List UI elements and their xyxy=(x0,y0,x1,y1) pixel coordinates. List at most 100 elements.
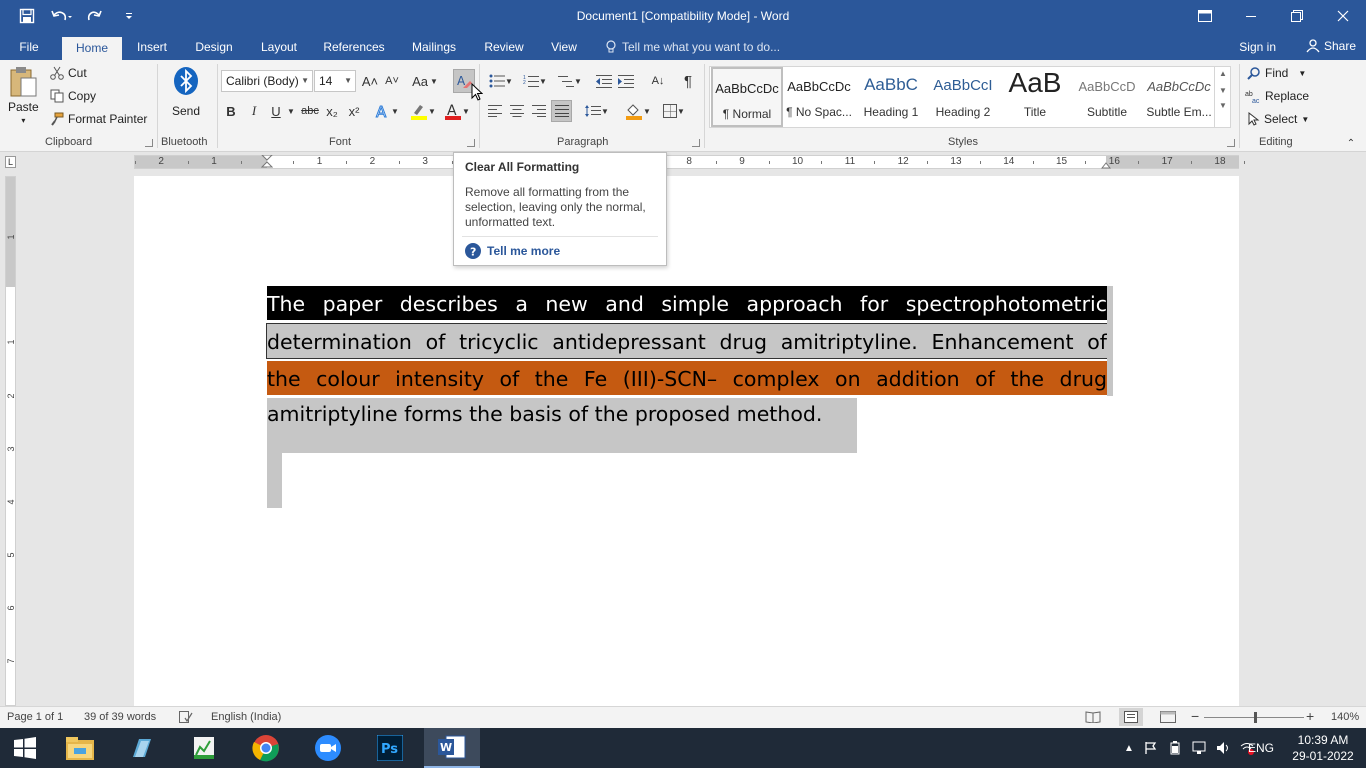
style-subtle-emphasis[interactable]: AaBbCcDc Subtle Em... xyxy=(1143,67,1215,127)
superscript-button[interactable]: x² xyxy=(344,101,364,121)
justify-button[interactable] xyxy=(551,100,572,122)
start-button[interactable] xyxy=(0,728,50,768)
text-effects-button[interactable]: A ▼ xyxy=(374,101,400,121)
numbering-button[interactable]: 1 2 ▼ xyxy=(519,71,551,91)
network-icon[interactable] xyxy=(1192,741,1206,755)
close-button[interactable] xyxy=(1320,0,1366,32)
taskbar-chrome[interactable] xyxy=(238,728,294,768)
font-size-select[interactable]: 14 ▼ xyxy=(314,70,356,92)
tab-mailings[interactable]: Mailings xyxy=(404,36,464,60)
copy-button[interactable]: Copy xyxy=(50,89,96,103)
bullets-button[interactable]: ▼ xyxy=(485,71,517,91)
align-center-button[interactable] xyxy=(507,101,527,121)
taskbar-word[interactable]: W xyxy=(424,728,480,768)
style-heading-2[interactable]: AaBbCcI Heading 2 xyxy=(927,67,999,127)
taskbar-clock[interactable]: 10:39 AM 29-01-2022 xyxy=(1290,732,1356,764)
style-subtitle[interactable]: AaBbCcD Subtitle xyxy=(1071,67,1143,127)
document-line[interactable]: determination of tricyclic antidepressan… xyxy=(266,323,1108,359)
restore-button[interactable] xyxy=(1274,0,1320,32)
style-heading-1[interactable]: AaBbC Heading 1 xyxy=(855,67,927,127)
minimize-button[interactable] xyxy=(1228,0,1274,32)
cut-button[interactable]: Cut xyxy=(50,66,87,80)
tab-view[interactable]: View xyxy=(544,36,584,60)
word-count[interactable]: 39 of 39 words xyxy=(84,711,156,723)
zoom-out-button[interactable]: − xyxy=(1191,708,1199,724)
tell-me-search[interactable]: Tell me what you want to do... xyxy=(606,40,780,54)
show-marks-button[interactable]: ¶ xyxy=(678,71,698,91)
taskbar-photoshop[interactable]: Ps xyxy=(362,728,418,768)
strikethrough-button[interactable]: abc xyxy=(299,101,321,121)
bluetooth-send-button[interactable]: Send xyxy=(172,66,200,118)
chevron-up-icon[interactable]: ▲ xyxy=(1215,69,1231,78)
align-right-button[interactable] xyxy=(529,101,549,121)
flag-icon[interactable] xyxy=(1144,741,1158,755)
tab-layout[interactable]: Layout xyxy=(252,36,306,60)
font-color-button[interactable]: A ▼ xyxy=(442,101,472,121)
tell-me-more-link[interactable]: ? Tell me more xyxy=(465,243,560,259)
taskbar-spreadsheet-app[interactable] xyxy=(176,728,232,768)
paste-button[interactable]: Paste ▾ xyxy=(8,66,39,125)
grow-font-button[interactable]: A˄ xyxy=(361,71,379,91)
italic-button[interactable]: I xyxy=(244,101,264,121)
clipboard-dialog-launcher[interactable] xyxy=(145,139,153,147)
find-button[interactable]: Find ▼ xyxy=(1247,66,1306,80)
format-painter-button[interactable]: Format Painter xyxy=(50,112,147,126)
tab-file[interactable]: File xyxy=(8,36,50,60)
zoom-slider-thumb[interactable] xyxy=(1254,712,1257,723)
styles-gallery-scroll[interactable]: ▲ ▼ ▼ xyxy=(1214,66,1231,128)
zoom-level[interactable]: 140% xyxy=(1331,711,1359,723)
tab-stop-selector[interactable]: L xyxy=(5,156,16,168)
subscript-button[interactable]: x₂ xyxy=(322,101,342,121)
horizontal-ruler[interactable]: 21123456789101112131415161718 xyxy=(134,155,1245,169)
taskbar-notepad-app[interactable] xyxy=(114,728,170,768)
font-family-select[interactable]: Calibri (Body) ▼ xyxy=(221,70,313,92)
read-mode-icon[interactable] xyxy=(1085,711,1101,723)
collapse-ribbon-button[interactable]: ⌃ xyxy=(1344,136,1358,150)
replace-button[interactable]: ab ac Replace xyxy=(1245,89,1309,103)
line-spacing-button[interactable]: ▼ xyxy=(582,101,612,121)
document-line[interactable]: The paper describes a new and simple app… xyxy=(267,286,1107,320)
page-count[interactable]: Page 1 of 1 xyxy=(7,711,63,723)
document-line[interactable]: amitriptyline forms the basis of the pro… xyxy=(267,396,822,432)
battery-icon[interactable] xyxy=(1168,741,1182,755)
multilevel-list-button[interactable]: ▼ xyxy=(554,71,586,91)
underline-button[interactable]: U xyxy=(266,101,286,121)
shrink-font-button[interactable]: A˅ xyxy=(383,71,401,91)
tab-insert[interactable]: Insert xyxy=(128,36,176,60)
select-button[interactable]: Select ▼ xyxy=(1248,112,1309,126)
taskbar-file-explorer[interactable] xyxy=(52,728,108,768)
sign-in-link[interactable]: Sign in xyxy=(1239,40,1276,54)
sort-button[interactable]: A↓ xyxy=(647,71,669,91)
change-case-button[interactable]: Aa ▼ xyxy=(411,71,439,91)
borders-button[interactable]: ▼ xyxy=(658,101,690,121)
style-title[interactable]: AaB Title xyxy=(999,67,1071,127)
decrease-indent-button[interactable] xyxy=(594,71,614,91)
input-language-indicator[interactable]: ENG xyxy=(1248,728,1274,768)
tab-home[interactable]: Home xyxy=(62,37,122,61)
web-layout-icon[interactable] xyxy=(1160,711,1176,723)
document-line[interactable]: the colour intensity of the Fe (III)-SCN… xyxy=(267,361,1107,395)
bold-button[interactable]: B xyxy=(221,101,241,121)
right-indent-marker-icon[interactable] xyxy=(1101,160,1111,169)
tab-review[interactable]: Review xyxy=(478,36,530,60)
language-indicator[interactable]: English (India) xyxy=(211,711,281,723)
vertical-ruler[interactable]: 1 1 2 3 4 5 6 7 xyxy=(5,176,16,706)
share-button[interactable]: Share xyxy=(1306,39,1356,53)
underline-dropdown[interactable]: ▼ xyxy=(287,101,295,121)
show-hidden-icons-icon[interactable]: ▲ xyxy=(1124,743,1134,754)
align-left-button[interactable] xyxy=(485,101,505,121)
paragraph-dialog-launcher[interactable] xyxy=(692,139,700,147)
proofing-icon[interactable] xyxy=(179,711,193,723)
increase-indent-button[interactable] xyxy=(616,71,636,91)
font-dialog-launcher[interactable] xyxy=(467,139,475,147)
tab-design[interactable]: Design xyxy=(188,36,240,60)
tab-references[interactable]: References xyxy=(318,36,390,60)
taskbar-zoom[interactable] xyxy=(300,728,356,768)
shading-button[interactable]: ▼ xyxy=(622,101,654,121)
highlight-color-button[interactable]: ▼ xyxy=(408,101,438,121)
ribbon-display-options-button[interactable] xyxy=(1182,0,1228,32)
print-layout-button[interactable] xyxy=(1119,708,1143,726)
more-styles-icon[interactable]: ▼ xyxy=(1215,101,1231,110)
style-normal[interactable]: AaBbCcDc ¶ Normal xyxy=(711,67,783,127)
chevron-down-icon[interactable]: ▼ xyxy=(1215,86,1231,95)
